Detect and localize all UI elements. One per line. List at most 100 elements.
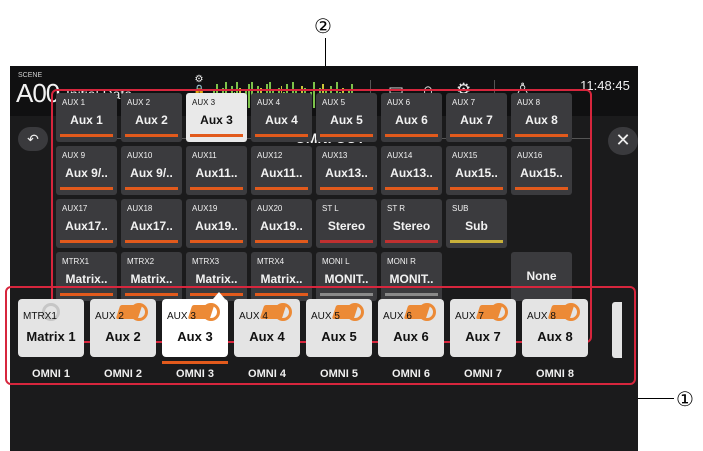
omni-source-name: Aux 6	[393, 329, 429, 344]
patch-ring-icon	[562, 303, 580, 321]
source-button[interactable]: AUX15 Aux15..	[446, 146, 507, 195]
omni-out-button[interactable]: AUX 7 Aux 7	[450, 299, 516, 357]
source-channel-label: AUX12	[257, 151, 283, 160]
close-button[interactable]: ✕	[608, 127, 638, 155]
source-channel-label: MTRX4	[257, 257, 285, 266]
omni-out-button[interactable]: AUX 5 Aux 5	[306, 299, 372, 357]
omni-out-button[interactable]: AUX 8 Aux 8	[522, 299, 588, 357]
source-channel-label: AUX 2	[127, 98, 151, 107]
omni-port-label: OMNI 8	[536, 368, 574, 380]
source-name: Aux 4	[265, 113, 298, 127]
source-button[interactable]: AUX 5 Aux 5	[316, 93, 377, 142]
omni-source-name: Aux 8	[537, 329, 573, 344]
source-name: Aux 6	[395, 113, 428, 127]
source-channel-label: AUX10	[127, 151, 153, 160]
source-name: Matrix..	[195, 272, 238, 286]
source-name: MONIT..	[389, 272, 434, 286]
source-button[interactable]: AUX 1 Aux 1	[56, 93, 117, 142]
source-button[interactable]: AUX10 Aux 9/..	[121, 146, 182, 195]
selection-pointer	[213, 292, 225, 299]
source-channel-label: AUX17	[62, 204, 88, 213]
source-button[interactable]: ST L Stereo	[316, 199, 377, 248]
omni-out-slot: AUX 5 Aux 5 OMNI 5	[306, 299, 372, 380]
back-button[interactable]: ↶	[18, 127, 48, 151]
source-channel-label: AUX13	[322, 151, 348, 160]
source-button[interactable]: AUX 8 Aux 8	[511, 93, 572, 142]
omni-out-button[interactable]: AUX 3 Aux 3	[162, 299, 228, 357]
source-button[interactable]: AUX 3 Aux 3	[186, 93, 247, 142]
source-channel-label: SUB	[452, 204, 469, 213]
output-assign-grid: AUX 1 Aux 1 AUX 2 Aux 2 AUX 3 Aux 3 AUX 4 Aux 4…	[56, 93, 588, 301]
source-button[interactable]: AUX17 Aux17..	[56, 199, 117, 248]
omni-source-label: AUX 7	[455, 311, 484, 322]
source-button[interactable]: AUX16 Aux15..	[511, 146, 572, 195]
source-channel-label: AUX 7	[452, 98, 476, 107]
color-bar	[255, 187, 308, 190]
source-button[interactable]: AUX11 Aux11..	[186, 146, 247, 195]
omni-out-button[interactable]: AUX 2 Aux 2	[90, 299, 156, 357]
omni-out-slot: AUX 6 Aux 6 OMNI 6	[378, 299, 444, 380]
source-name: Aux11..	[195, 166, 238, 180]
source-button[interactable]: AUX18 Aux17..	[121, 199, 182, 248]
color-bar	[125, 187, 178, 190]
source-name: Aux 8	[525, 113, 558, 127]
source-button[interactable]: AUX 7 Aux 7	[446, 93, 507, 142]
omni-port-label: OMNI 6	[392, 368, 430, 380]
omni-source-name: Aux 4	[249, 329, 285, 344]
patch-ring-icon	[418, 303, 436, 321]
omni-source-name: Matrix 1	[26, 329, 76, 344]
source-button[interactable]: AUX 9 Aux 9/..	[56, 146, 117, 195]
color-bar	[125, 134, 178, 137]
omni-source-name: Aux 5	[321, 329, 357, 344]
source-name: MONIT..	[324, 272, 369, 286]
source-button[interactable]: AUX12 Aux11..	[251, 146, 312, 195]
omni-port-label: OMNI 5	[320, 368, 358, 380]
color-bar	[385, 187, 438, 190]
source-name: Aux13..	[390, 166, 433, 180]
patch-ring-icon	[274, 303, 292, 321]
color-bar	[320, 240, 373, 243]
source-button[interactable]: AUX 2 Aux 2	[121, 93, 182, 142]
source-name: Aux 7	[460, 113, 493, 127]
source-name: Aux19..	[260, 219, 303, 233]
source-name: Stereo	[327, 219, 366, 233]
patch-ring-icon	[202, 303, 220, 321]
omni-out-slot: AUX 4 Aux 4 OMNI 4	[234, 299, 300, 380]
source-name: Matrix..	[260, 272, 303, 286]
source-channel-label: MTRX3	[192, 257, 220, 266]
source-button[interactable]: SUB Sub	[446, 199, 507, 248]
source-channel-label: AUX15	[452, 151, 478, 160]
omni-out-button[interactable]: AUX 4 Aux 4	[234, 299, 300, 357]
source-button[interactable]: ST R Stereo	[381, 199, 442, 248]
color-bar	[190, 187, 243, 190]
source-channel-label: AUX 5	[322, 98, 346, 107]
omni-out-button[interactable]: AUX 6 Aux 6	[378, 299, 444, 357]
source-channel-label: MTRX2	[127, 257, 155, 266]
source-button[interactable]: AUX 4 Aux 4	[251, 93, 312, 142]
omni-source-name: Aux 7	[465, 329, 501, 344]
source-button[interactable]: AUX19 Aux19..	[186, 199, 247, 248]
color-bar	[190, 240, 243, 243]
source-channel-label: AUX11	[192, 151, 217, 160]
source-button[interactable]: AUX13 Aux13..	[316, 146, 377, 195]
source-channel-label: ST L	[322, 204, 339, 213]
omni-source-name: Aux 2	[105, 329, 141, 344]
color-bar	[385, 134, 438, 137]
source-button[interactable]: AUX14 Aux13..	[381, 146, 442, 195]
omni-out-slot: AUX 8 Aux 8 OMNI 8	[522, 299, 588, 380]
source-name: Aux19..	[195, 219, 238, 233]
source-channel-label: AUX14	[387, 151, 413, 160]
source-channel-label: AUX19	[192, 204, 218, 213]
omni-port-label: OMNI 7	[464, 368, 502, 380]
source-button[interactable]: AUX20 Aux19..	[251, 199, 312, 248]
omni-source-label: AUX 8	[527, 311, 556, 322]
omni-port-label: OMNI 3	[176, 368, 214, 380]
omni-out-button[interactable]: MTRX1 Matrix 1	[18, 299, 84, 357]
color-bar	[515, 187, 568, 190]
source-name: Matrix..	[130, 272, 173, 286]
color-bar	[60, 187, 113, 190]
source-channel-label: AUX 9	[62, 151, 86, 160]
source-button[interactable]: AUX 6 Aux 6	[381, 93, 442, 142]
omni-out-slot: AUX 2 Aux 2 OMNI 2	[90, 299, 156, 380]
next-omni-button[interactable]	[612, 302, 622, 358]
